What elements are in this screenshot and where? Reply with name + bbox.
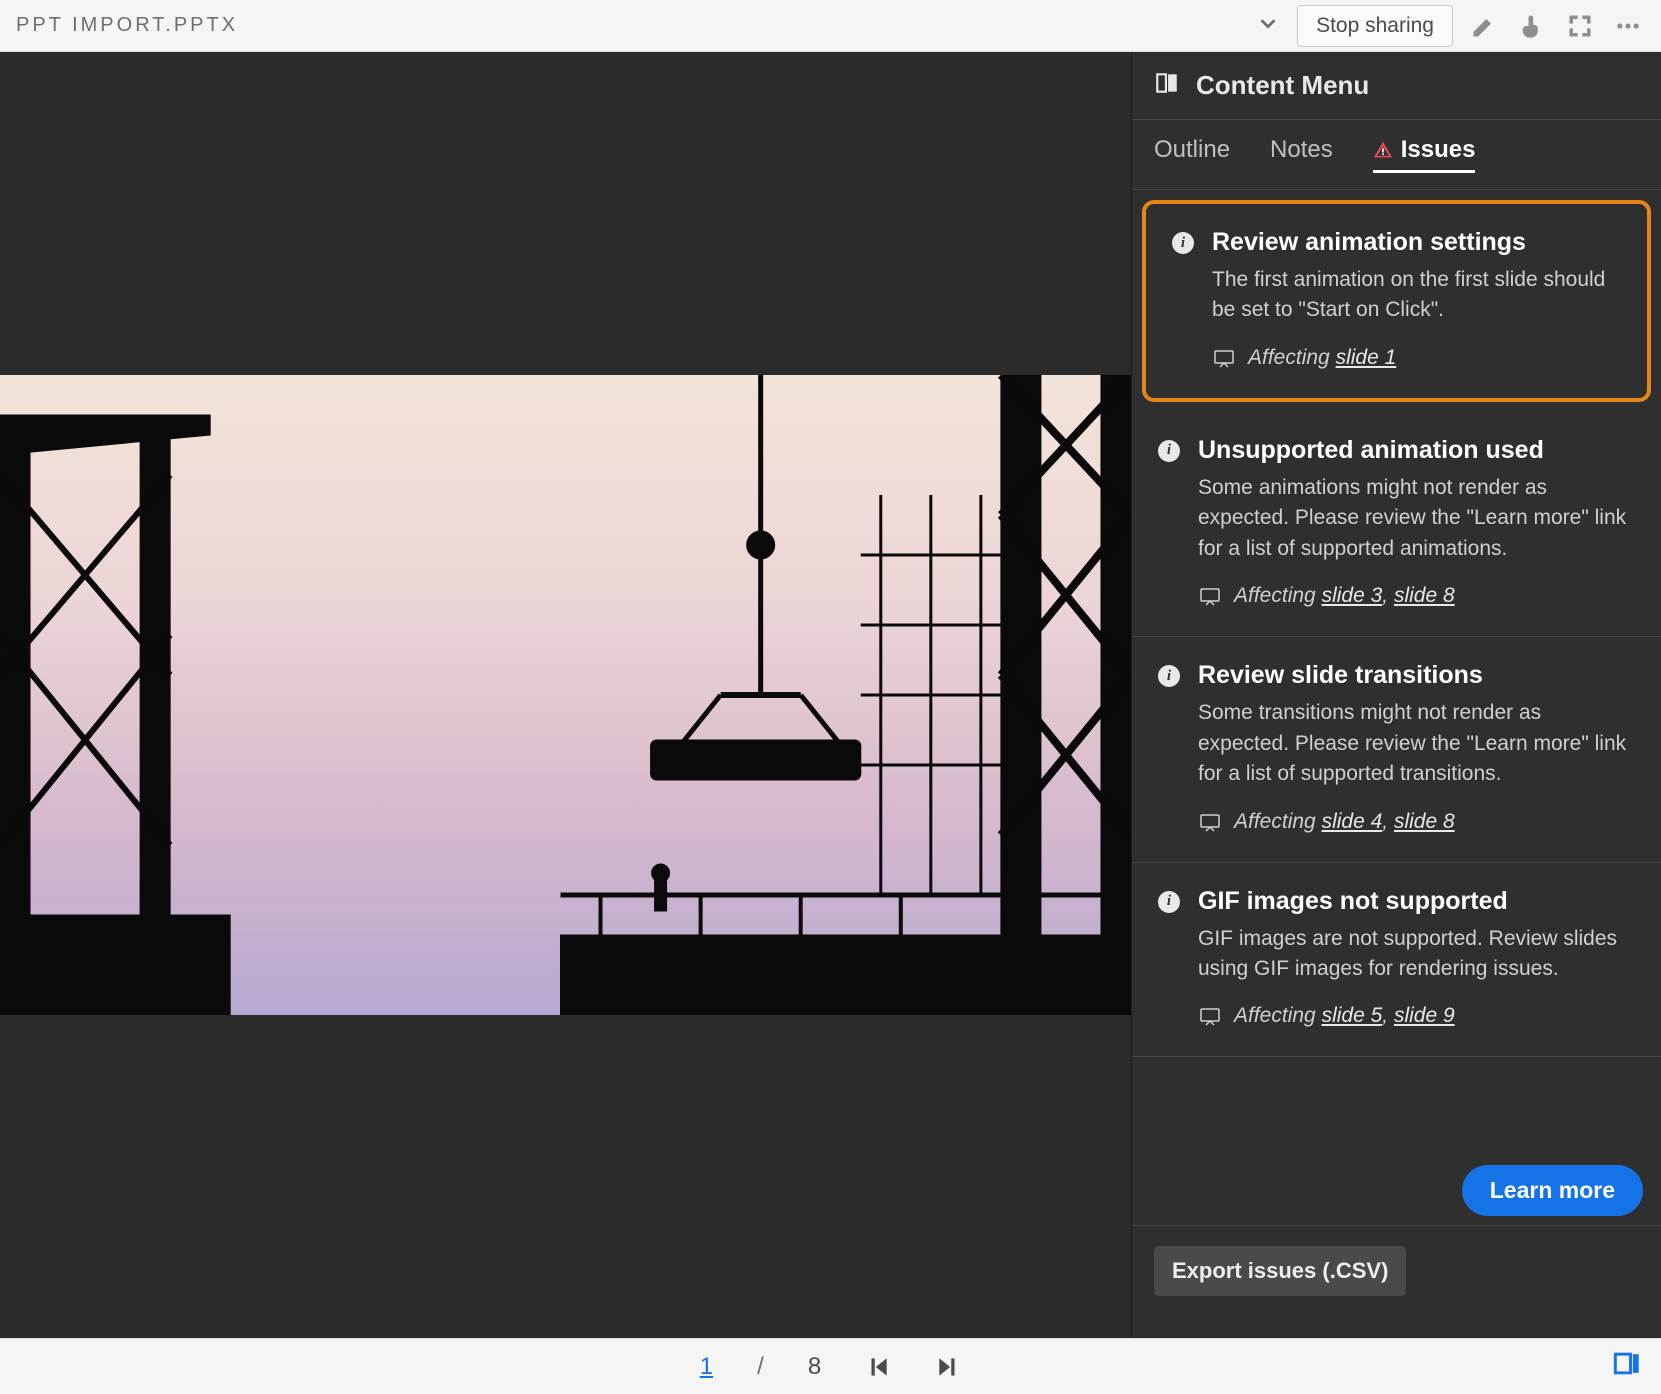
issue-item[interactable]: i GIF images not supported GIF images ar… [1132, 863, 1661, 1058]
issue-description: GIF images are not supported. Review sli… [1198, 924, 1635, 985]
issues-list[interactable]: i Review animation settings The first an… [1132, 190, 1661, 1225]
slide-icon [1198, 584, 1222, 608]
issue-affecting: Affecting slide 5, slide 9 [1198, 1004, 1635, 1028]
slide-icon [1198, 810, 1222, 834]
issue-description: Some transitions might not render as exp… [1198, 698, 1635, 789]
panel-title: Content Menu [1196, 70, 1369, 101]
current-page[interactable]: 1 [700, 1353, 713, 1381]
issue-affecting: Affecting slide 1 [1212, 346, 1621, 370]
slide-stage [0, 52, 1131, 1338]
issue-title: Review animation settings [1212, 228, 1621, 257]
panel-tabs: Outline Notes Issues [1132, 120, 1661, 190]
slide-link[interactable]: slide 8 [1394, 810, 1455, 833]
content-menu-panel: Content Menu Outline Notes Issues i Revi… [1131, 52, 1661, 1338]
issue-affecting: Affecting slide 3, slide 8 [1198, 584, 1635, 608]
first-slide-icon[interactable] [865, 1354, 891, 1380]
file-title: PPT IMPORT.PPTX [16, 14, 1239, 37]
pointer-hand-icon[interactable] [1515, 9, 1549, 43]
slide-link[interactable]: slide 3 [1322, 584, 1383, 607]
page-separator: / [757, 1353, 764, 1381]
more-icon[interactable] [1611, 9, 1645, 43]
slide-link[interactable]: slide 5 [1322, 1004, 1383, 1027]
slide-icon [1198, 1004, 1222, 1028]
info-icon: i [1158, 665, 1180, 687]
issue-affecting: Affecting slide 4, slide 8 [1198, 810, 1635, 834]
learn-more-button[interactable]: Learn more [1462, 1165, 1643, 1216]
panel-icon [1154, 70, 1180, 101]
tab-notes[interactable]: Notes [1270, 136, 1333, 173]
issue-item[interactable]: i Review animation settings The first an… [1142, 200, 1651, 402]
slide-link[interactable]: slide 4 [1322, 810, 1383, 833]
stop-sharing-button[interactable]: Stop sharing [1297, 5, 1453, 47]
tab-issues-label: Issues [1401, 136, 1476, 164]
issue-item[interactable]: i Unsupported animation used Some animat… [1132, 412, 1661, 637]
slide-link[interactable]: slide 9 [1394, 1004, 1455, 1027]
total-pages: 8 [808, 1353, 821, 1381]
tab-issues[interactable]: Issues [1373, 136, 1476, 173]
issue-item[interactable]: i Review slide transitions Some transiti… [1132, 637, 1661, 862]
export-section: Export issues (.CSV) [1132, 1225, 1661, 1338]
issue-title: Unsupported animation used [1198, 436, 1635, 465]
issue-description: The first animation on the first slide s… [1212, 265, 1621, 326]
slide-link[interactable]: slide 8 [1394, 584, 1455, 607]
chevron-down-icon[interactable] [1253, 12, 1283, 39]
tab-outline[interactable]: Outline [1154, 136, 1230, 173]
info-icon: i [1172, 232, 1194, 254]
issue-title: GIF images not supported [1198, 887, 1635, 916]
warning-icon [1373, 140, 1393, 160]
fullscreen-icon[interactable] [1563, 9, 1597, 43]
last-slide-icon[interactable] [935, 1354, 961, 1380]
export-issues-button[interactable]: Export issues (.CSV) [1154, 1246, 1406, 1296]
info-icon: i [1158, 891, 1180, 913]
pen-icon[interactable] [1467, 9, 1501, 43]
bottom-bar: 1 / 8 [0, 1338, 1661, 1394]
top-bar: PPT IMPORT.PPTX Stop sharing [0, 0, 1661, 52]
issue-description: Some animations might not render as expe… [1198, 473, 1635, 564]
slide-icon [1212, 346, 1236, 370]
pager: 1 / 8 [700, 1353, 961, 1381]
slide-preview[interactable] [0, 375, 1131, 1015]
slide-link[interactable]: slide 1 [1336, 346, 1397, 369]
info-icon: i [1158, 440, 1180, 462]
issue-title: Review slide transitions [1198, 661, 1635, 690]
panel-header: Content Menu [1132, 52, 1661, 120]
layout-toggle-icon[interactable] [1613, 1349, 1641, 1384]
